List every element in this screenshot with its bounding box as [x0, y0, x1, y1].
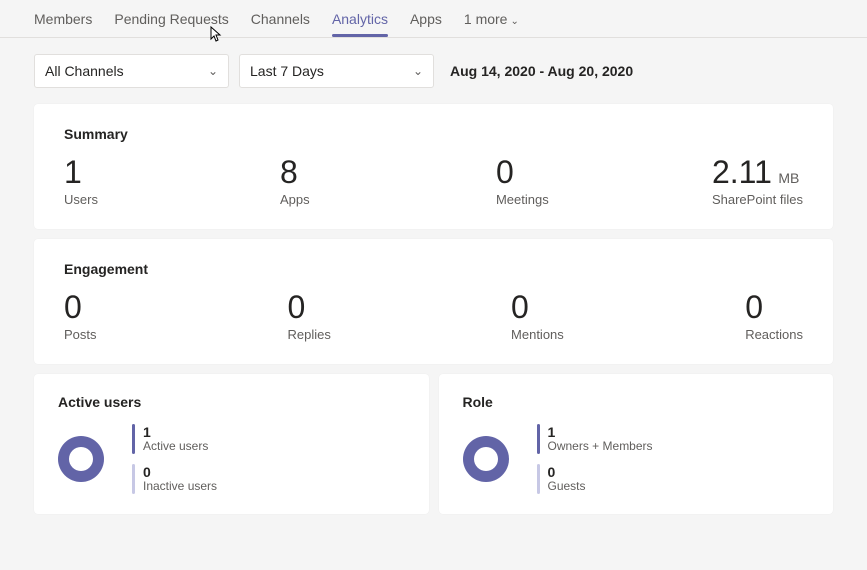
- stat-replies: 0 Replies: [288, 291, 512, 342]
- legend-guests-label: Guests: [548, 480, 586, 494]
- tab-apps[interactable]: Apps: [410, 11, 442, 36]
- legend-inactive-value: 0: [143, 464, 217, 480]
- summary-title: Summary: [64, 126, 803, 142]
- stat-users-label: Users: [64, 192, 280, 207]
- legend-active-value: 1: [143, 424, 208, 440]
- stat-replies-value: 0: [288, 291, 512, 323]
- tab-channels[interactable]: Channels: [251, 11, 310, 36]
- stat-replies-label: Replies: [288, 327, 512, 342]
- tab-bar: Members Pending Requests Channels Analyt…: [0, 0, 867, 38]
- legend-owners-label: Owners + Members: [548, 440, 653, 454]
- active-users-card: Active users 1 Active users 0: [34, 374, 429, 514]
- legend-color-primary: [132, 424, 135, 454]
- period-select[interactable]: Last 7 Days ⌄: [239, 54, 434, 88]
- stat-files: 2.11 MB SharePoint files: [712, 156, 803, 207]
- legend-inactive-label: Inactive users: [143, 480, 217, 494]
- tab-more-label: 1 more: [464, 11, 508, 27]
- tab-members[interactable]: Members: [34, 11, 92, 36]
- stat-apps-label: Apps: [280, 192, 496, 207]
- filter-bar: All Channels ⌄ Last 7 Days ⌄ Aug 14, 202…: [0, 38, 867, 104]
- stat-posts-label: Posts: [64, 327, 288, 342]
- stat-posts-value: 0: [64, 291, 288, 323]
- legend-owners: 1 Owners + Members: [537, 424, 653, 454]
- channel-select[interactable]: All Channels ⌄: [34, 54, 229, 88]
- chevron-down-icon: ⌄: [510, 16, 518, 27]
- tab-more[interactable]: 1 more⌄: [464, 11, 519, 36]
- legend-color-secondary: [132, 464, 135, 494]
- stat-reactions-label: Reactions: [745, 327, 803, 342]
- tab-analytics[interactable]: Analytics: [332, 11, 388, 36]
- legend-guests: 0 Guests: [537, 464, 653, 494]
- stat-mentions-value: 0: [511, 291, 745, 323]
- legend-active: 1 Active users: [132, 424, 217, 454]
- stat-apps-value: 8: [280, 156, 496, 188]
- stat-reactions: 0 Reactions: [745, 291, 803, 342]
- stat-mentions: 0 Mentions: [511, 291, 745, 342]
- legend-color-secondary: [537, 464, 540, 494]
- role-donut-chart: [463, 436, 509, 482]
- stat-users: 1 Users: [64, 156, 280, 207]
- active-users-donut-chart: [58, 436, 104, 482]
- tab-pending-requests[interactable]: Pending Requests: [114, 11, 228, 36]
- legend-color-primary: [537, 424, 540, 454]
- active-users-title: Active users: [58, 394, 405, 410]
- stat-meetings-value: 0: [496, 156, 712, 188]
- period-select-value: Last 7 Days: [250, 63, 324, 79]
- stat-meetings: 0 Meetings: [496, 156, 712, 207]
- chevron-down-icon: ⌄: [413, 64, 423, 78]
- role-card: Role 1 Owners + Members 0: [439, 374, 834, 514]
- stat-meetings-label: Meetings: [496, 192, 712, 207]
- stat-reactions-value: 0: [745, 291, 803, 323]
- stat-users-value: 1: [64, 156, 280, 188]
- date-range-label: Aug 14, 2020 - Aug 20, 2020: [450, 63, 633, 79]
- engagement-title: Engagement: [64, 261, 803, 277]
- stat-files-unit: MB: [778, 170, 799, 186]
- stat-apps: 8 Apps: [280, 156, 496, 207]
- engagement-card: Engagement 0 Posts 0 Replies 0 Mentions …: [34, 239, 833, 364]
- legend-guests-value: 0: [548, 464, 586, 480]
- legend-active-label: Active users: [143, 440, 208, 454]
- stat-posts: 0 Posts: [64, 291, 288, 342]
- chevron-down-icon: ⌄: [208, 64, 218, 78]
- role-title: Role: [463, 394, 810, 410]
- legend-inactive: 0 Inactive users: [132, 464, 217, 494]
- stat-mentions-label: Mentions: [511, 327, 745, 342]
- stat-files-label: SharePoint files: [712, 192, 803, 207]
- channel-select-value: All Channels: [45, 63, 124, 79]
- stat-files-value: 2.11: [712, 154, 772, 190]
- summary-card: Summary 1 Users 8 Apps 0 Meetings 2.11 M…: [34, 104, 833, 229]
- legend-owners-value: 1: [548, 424, 653, 440]
